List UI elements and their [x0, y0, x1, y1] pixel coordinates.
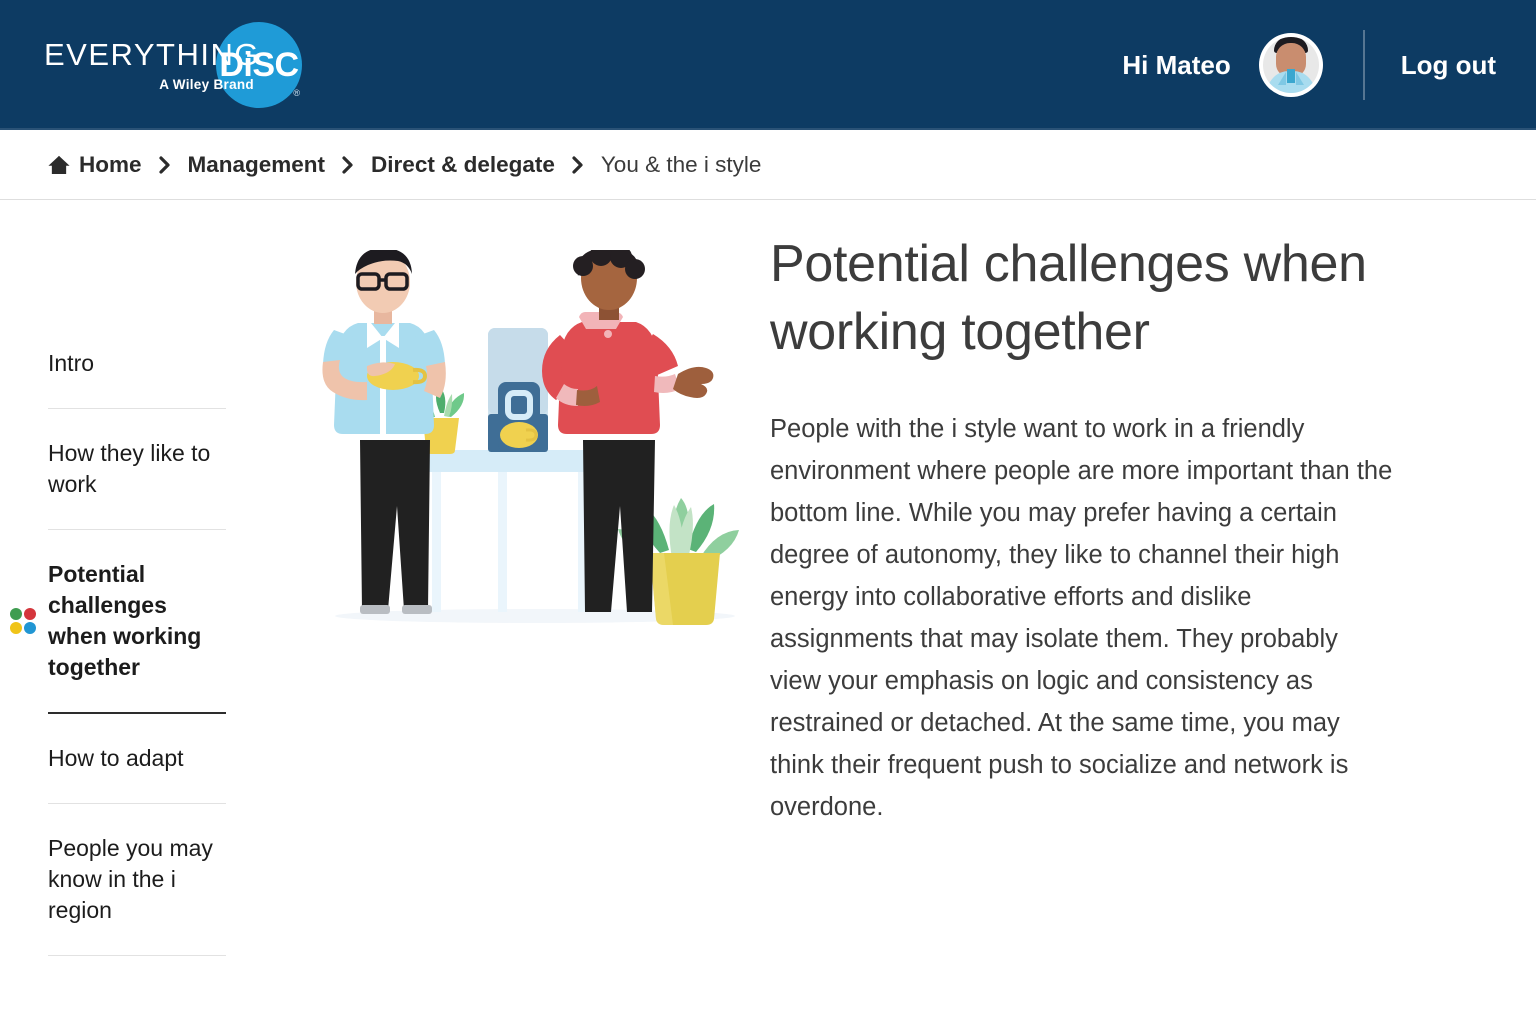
illustration: [300, 230, 770, 985]
sidebar-item-label: How to adapt: [48, 745, 184, 771]
sidebar-item-potential-challenges[interactable]: Potential challenges when working togeth…: [10, 559, 226, 683]
person-left: [322, 250, 446, 614]
sidebar-item-intro[interactable]: Intro: [48, 348, 226, 379]
breadcrumb-item-current: You & the i style: [600, 151, 762, 177]
breadcrumb-item-direct-delegate[interactable]: Direct & delegate: [371, 152, 555, 178]
chevron-right-icon: [571, 155, 585, 175]
article: Potential challenges when working togeth…: [770, 230, 1450, 985]
header-divider: [1362, 30, 1365, 100]
sidebar-item-label: Potential challenges when working togeth…: [48, 561, 202, 680]
registered-trademark-icon: ®: [293, 88, 300, 98]
active-indicator-dots-icon: [10, 608, 36, 634]
app-header: EVERYTHING A Wiley Brand DiSC ® Hi Mateo…: [0, 0, 1536, 130]
dot-blue: [24, 622, 36, 634]
sidebar-item-how-they-like-to-work[interactable]: How they like to work: [48, 438, 226, 500]
chevron-right-icon: [158, 155, 172, 175]
sidebar-item-label: Intro: [48, 350, 95, 376]
page-content: Intro How they like to work Potential ch…: [0, 200, 1536, 985]
header-user-area: Hi Mateo Log out: [1122, 30, 1496, 100]
dot-green: [10, 608, 22, 620]
home-icon: [48, 154, 70, 176]
logo-wordmark: EVERYTHING A Wiley Brand: [44, 39, 260, 92]
breadcrumb-home-label: Home: [79, 151, 142, 177]
avatar-image: [1262, 37, 1319, 93]
sidebar-item-label: How they like to work: [48, 440, 211, 497]
brand-logo[interactable]: EVERYTHING A Wiley Brand DiSC ®: [44, 0, 302, 130]
dot-red: [24, 608, 36, 620]
sidebar-divider-active: [48, 712, 226, 714]
sidebar-divider: [48, 955, 226, 956]
page-title: Potential challenges when working togeth…: [770, 235, 1367, 361]
breadcrumb-item-management[interactable]: Management: [188, 152, 326, 178]
sidebar-divider: [48, 803, 226, 804]
logo-everything-text: EVERYTHING: [44, 36, 260, 72]
user-greeting: Hi Mateo: [1122, 49, 1231, 80]
page-body-text: People with the i style want to work in …: [770, 415, 1393, 821]
breadcrumb: Home Management Direct & delegate You & …: [0, 130, 1536, 200]
sidebar-divider: [48, 529, 226, 530]
log-out-button[interactable]: Log out: [1401, 50, 1496, 81]
sidebar-item-people-you-may-know[interactable]: People you may know in the i region: [48, 833, 226, 926]
breadcrumb-item-home[interactable]: Home: [48, 152, 142, 178]
watercooler-illustration-svg: [322, 250, 739, 625]
logo-wiley-text: A Wiley Brand: [159, 76, 254, 92]
dot-yellow: [10, 622, 22, 634]
avatar-tie: [1286, 69, 1295, 83]
sidebar-item-label: People you may know in the i region: [48, 835, 213, 923]
sidebar-divider: [48, 408, 226, 409]
avatar[interactable]: [1258, 33, 1323, 97]
sidebar-item-how-to-adapt[interactable]: How to adapt: [48, 743, 226, 774]
water-cooler: [488, 328, 548, 452]
section-navigation: Intro How they like to work Potential ch…: [0, 230, 300, 985]
chevron-right-icon: [341, 155, 355, 175]
avatar-collar-right: [1295, 72, 1304, 85]
logo-block: EVERYTHING A Wiley Brand DiSC ®: [44, 22, 302, 108]
avatar-collar-left: [1277, 72, 1286, 85]
